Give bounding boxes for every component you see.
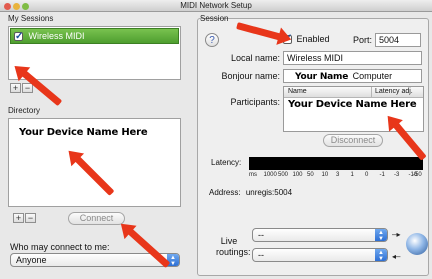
bonjour-name-note: Your Name	[295, 72, 349, 82]
bonjour-name-field[interactable]: Your Name Computer	[283, 69, 422, 83]
local-name-field[interactable]: Wireless MIDI	[283, 51, 422, 65]
latency-tick-label: 0	[365, 172, 369, 178]
remove-directory-button[interactable]: −	[25, 213, 36, 223]
who-may-connect-value: Anyone	[16, 255, 47, 265]
help-icon: ?	[209, 35, 215, 46]
window-controls	[4, 2, 31, 13]
title-bar: MIDI Network Setup	[0, 0, 432, 12]
bonjour-name-suffix: Computer	[352, 71, 393, 81]
latency-tick-label: -50	[413, 172, 422, 178]
midi-globe-icon	[406, 233, 428, 255]
directory-label: Directory	[8, 106, 41, 115]
latency-tick-label: -3	[394, 172, 400, 178]
select-arrows-icon: ▲ ▼	[375, 229, 387, 242]
latency-tick-label: 3	[336, 172, 340, 178]
my-sessions-label: My Sessions	[8, 14, 54, 23]
column-header-name[interactable]: Name	[288, 87, 307, 97]
local-name-label: Local name:	[230, 53, 280, 63]
participants-header: Name Latency adj.	[284, 87, 423, 98]
participants-note: Your Device Name Here	[288, 99, 417, 110]
select-arrows-icon: ▲ ▼	[375, 249, 387, 262]
latency-scale: ms 1000 500 100 50 10 3 1 0 -1 -3 -10 -50	[249, 172, 423, 180]
add-directory-button[interactable]: +	[13, 213, 24, 223]
address-label: Address:	[209, 188, 241, 197]
directory-note: Your Device Name Here	[19, 127, 148, 138]
live-routings-label: Live routings:	[216, 236, 251, 257]
disconnect-button[interactable]: Disconnect	[323, 134, 383, 147]
latency-tick-label: 10	[321, 172, 329, 178]
latency-tick-label: -1	[379, 172, 385, 178]
enabled-label: Enabled	[296, 34, 330, 44]
connect-button[interactable]: Connect	[68, 212, 125, 225]
routing-select-output[interactable]: -- ▲ ▼	[252, 248, 388, 262]
routing-select-input[interactable]: -- ▲ ▼	[252, 228, 388, 242]
session-enabled-checkbox[interactable]: ✓	[14, 31, 24, 43]
who-may-connect-label: Who may connect to me:	[10, 242, 110, 252]
directory-list[interactable]: Your Device Name Here	[8, 118, 181, 207]
bonjour-name-label: Bonjour name:	[221, 71, 280, 81]
routing-in-arrow-icon: –▸	[392, 230, 401, 239]
latency-tick-label: 50	[307, 172, 314, 178]
checkmark-icon: ✓	[15, 31, 24, 43]
window-title: MIDI Network Setup	[180, 1, 252, 10]
latency-label: Latency:	[211, 158, 242, 167]
session-label: Session	[200, 14, 229, 23]
latency-tick-label: 1000	[263, 172, 277, 178]
routing-out-arrow-icon: ◂–	[392, 252, 401, 261]
routing-input-value: --	[258, 230, 264, 240]
port-label: Port:	[352, 35, 372, 45]
latency-tick-label: 1	[350, 172, 354, 178]
help-button[interactable]: ?	[205, 33, 219, 47]
session-item[interactable]: ✓ Wireless MIDI	[10, 28, 179, 44]
latency-tick-label: 500	[278, 172, 289, 178]
port-field[interactable]: 5004	[375, 33, 421, 47]
column-header-latency[interactable]: Latency adj.	[371, 87, 413, 97]
routing-output-value: --	[258, 250, 264, 260]
session-item-label: Wireless MIDI	[28, 31, 85, 41]
minimize-window-button[interactable]	[13, 3, 20, 10]
participants-table[interactable]: Name Latency adj. Your Device Name Here	[283, 86, 424, 132]
address-value: unregis:5004	[245, 188, 293, 197]
close-window-button[interactable]	[4, 3, 11, 10]
address-row: Address: unregis:5004	[209, 188, 292, 197]
sessions-list[interactable]: ✓ Wireless MIDI	[8, 26, 181, 80]
latency-tick-label: ms	[249, 172, 257, 178]
participants-label: Participants:	[230, 97, 280, 107]
zoom-window-button[interactable]	[22, 3, 29, 10]
latency-tick-label: 100	[292, 172, 303, 178]
latency-meter	[249, 157, 423, 170]
add-session-button[interactable]: +	[10, 83, 21, 93]
